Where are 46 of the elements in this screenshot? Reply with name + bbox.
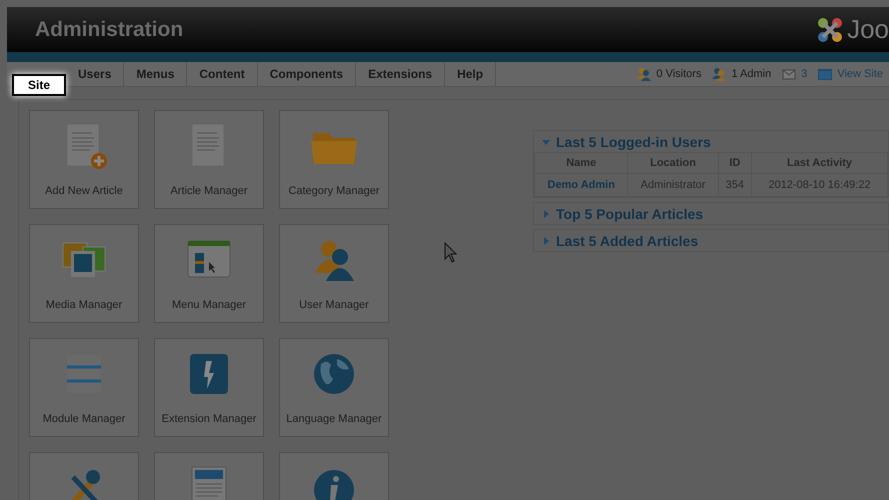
caret-right-icon (542, 210, 550, 218)
tile-label: Module Manager (42, 413, 126, 425)
menu-item[interactable]: Users (66, 62, 124, 86)
messages-count[interactable]: 3 (801, 68, 808, 80)
panel-header[interactable]: Last 5 Logged-in Users (534, 131, 888, 152)
panel-header[interactable]: Top 5 Popular Articles (534, 203, 888, 224)
tile-label: Category Manager (288, 185, 380, 197)
caret-down-icon (542, 138, 550, 146)
shortcut-tile[interactable]: Extension Manager (154, 338, 264, 437)
panel-title: Last 5 Logged-in Users (556, 134, 711, 150)
panel-title: Top 5 Popular Articles (556, 206, 704, 222)
shortcut-tile[interactable]: Menu Manager (154, 224, 264, 323)
menu-item[interactable]: Content (187, 62, 258, 86)
menu-item[interactable]: Site (12, 74, 66, 96)
shortcut-tile[interactable]: Add New Article (29, 110, 139, 209)
menu-item[interactable]: Extensions (356, 62, 446, 86)
tile-label: Media Manager (46, 299, 122, 311)
panel-header[interactable]: Last 5 Added Articles (534, 230, 888, 251)
shortcut-tile[interactable]: Module Manager (29, 338, 139, 437)
view-site-link[interactable]: View Site (837, 68, 883, 80)
shortcut-tile[interactable]: Media Manager (29, 224, 139, 323)
mouse-cursor-icon (444, 242, 458, 264)
shortcut-tile[interactable]: User Manager (279, 224, 389, 323)
menu-item[interactable]: Components (258, 62, 356, 86)
shortcut-tile[interactable]: Category Manager (279, 110, 389, 209)
user-link[interactable]: Demo Admin (534, 174, 628, 196)
tile-label: Extension Manager (162, 413, 256, 425)
tile-label: Menu Manager (172, 299, 246, 311)
tile-label: Article Manager (170, 185, 248, 197)
tile-label: Language Manager (286, 413, 382, 425)
menu-item[interactable]: Menus (124, 62, 188, 86)
users-icon (712, 67, 726, 81)
admins-count: 1 Admin (731, 68, 772, 80)
monitor-icon (818, 68, 832, 80)
shortcut-tile[interactable]: Article Manager (154, 110, 264, 209)
menu-item[interactable]: Help (445, 62, 496, 86)
tile-label: User Manager (299, 299, 369, 311)
page-title: Administration (35, 18, 184, 42)
logo-text: Joo (847, 14, 889, 45)
envelope-icon (782, 68, 796, 80)
users-icon (637, 67, 652, 81)
panel-title: Last 5 Added Articles (556, 232, 698, 248)
shortcut-tile[interactable]: Language Manager (279, 338, 389, 437)
tile-label: Add New Article (45, 185, 123, 197)
caret-right-icon (542, 236, 550, 244)
visitors-count: 0 Visitors (656, 68, 702, 80)
